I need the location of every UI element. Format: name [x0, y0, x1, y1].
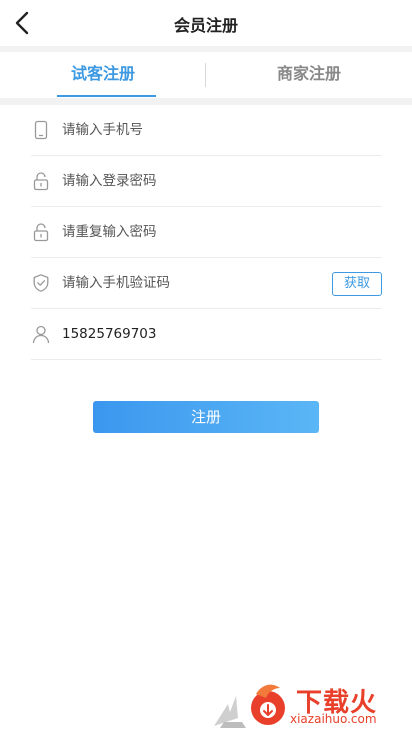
user-icon — [32, 325, 50, 344]
watermark-logo: 下载火 xiazaihuo.com — [206, 678, 412, 732]
sms-code-row: 获取 — [31, 258, 382, 309]
register-type-tabs: 试客注册 商家注册 — [0, 52, 412, 98]
phone-input[interactable] — [62, 118, 322, 142]
page-title: 会员注册 — [173, 16, 238, 35]
password-input[interactable] — [62, 169, 322, 193]
shield-check-icon — [33, 274, 49, 292]
active-tab-indicator — [57, 95, 156, 97]
referrer-row — [31, 309, 382, 360]
lock-icon — [33, 223, 49, 242]
repeat-password-input[interactable] — [62, 220, 322, 244]
tab-guest-register[interactable]: 试客注册 — [0, 52, 206, 98]
password-row — [31, 156, 382, 207]
watermark-url: xiazaihuo.com — [290, 712, 377, 726]
lock-icon — [33, 172, 49, 191]
register-button[interactable]: 注册 — [93, 401, 319, 433]
phone-row — [31, 105, 382, 156]
tab-merchant-register[interactable]: 商家注册 — [206, 52, 412, 98]
header-bar: 会员注册 — [0, 0, 412, 46]
get-code-button[interactable]: 获取 — [332, 272, 382, 296]
flame-logo-icon — [214, 684, 285, 728]
referrer-input[interactable] — [62, 322, 322, 346]
phone-icon — [34, 120, 48, 140]
sms-code-input[interactable] — [62, 271, 322, 295]
divider — [0, 98, 412, 105]
repeat-password-row — [31, 207, 382, 258]
